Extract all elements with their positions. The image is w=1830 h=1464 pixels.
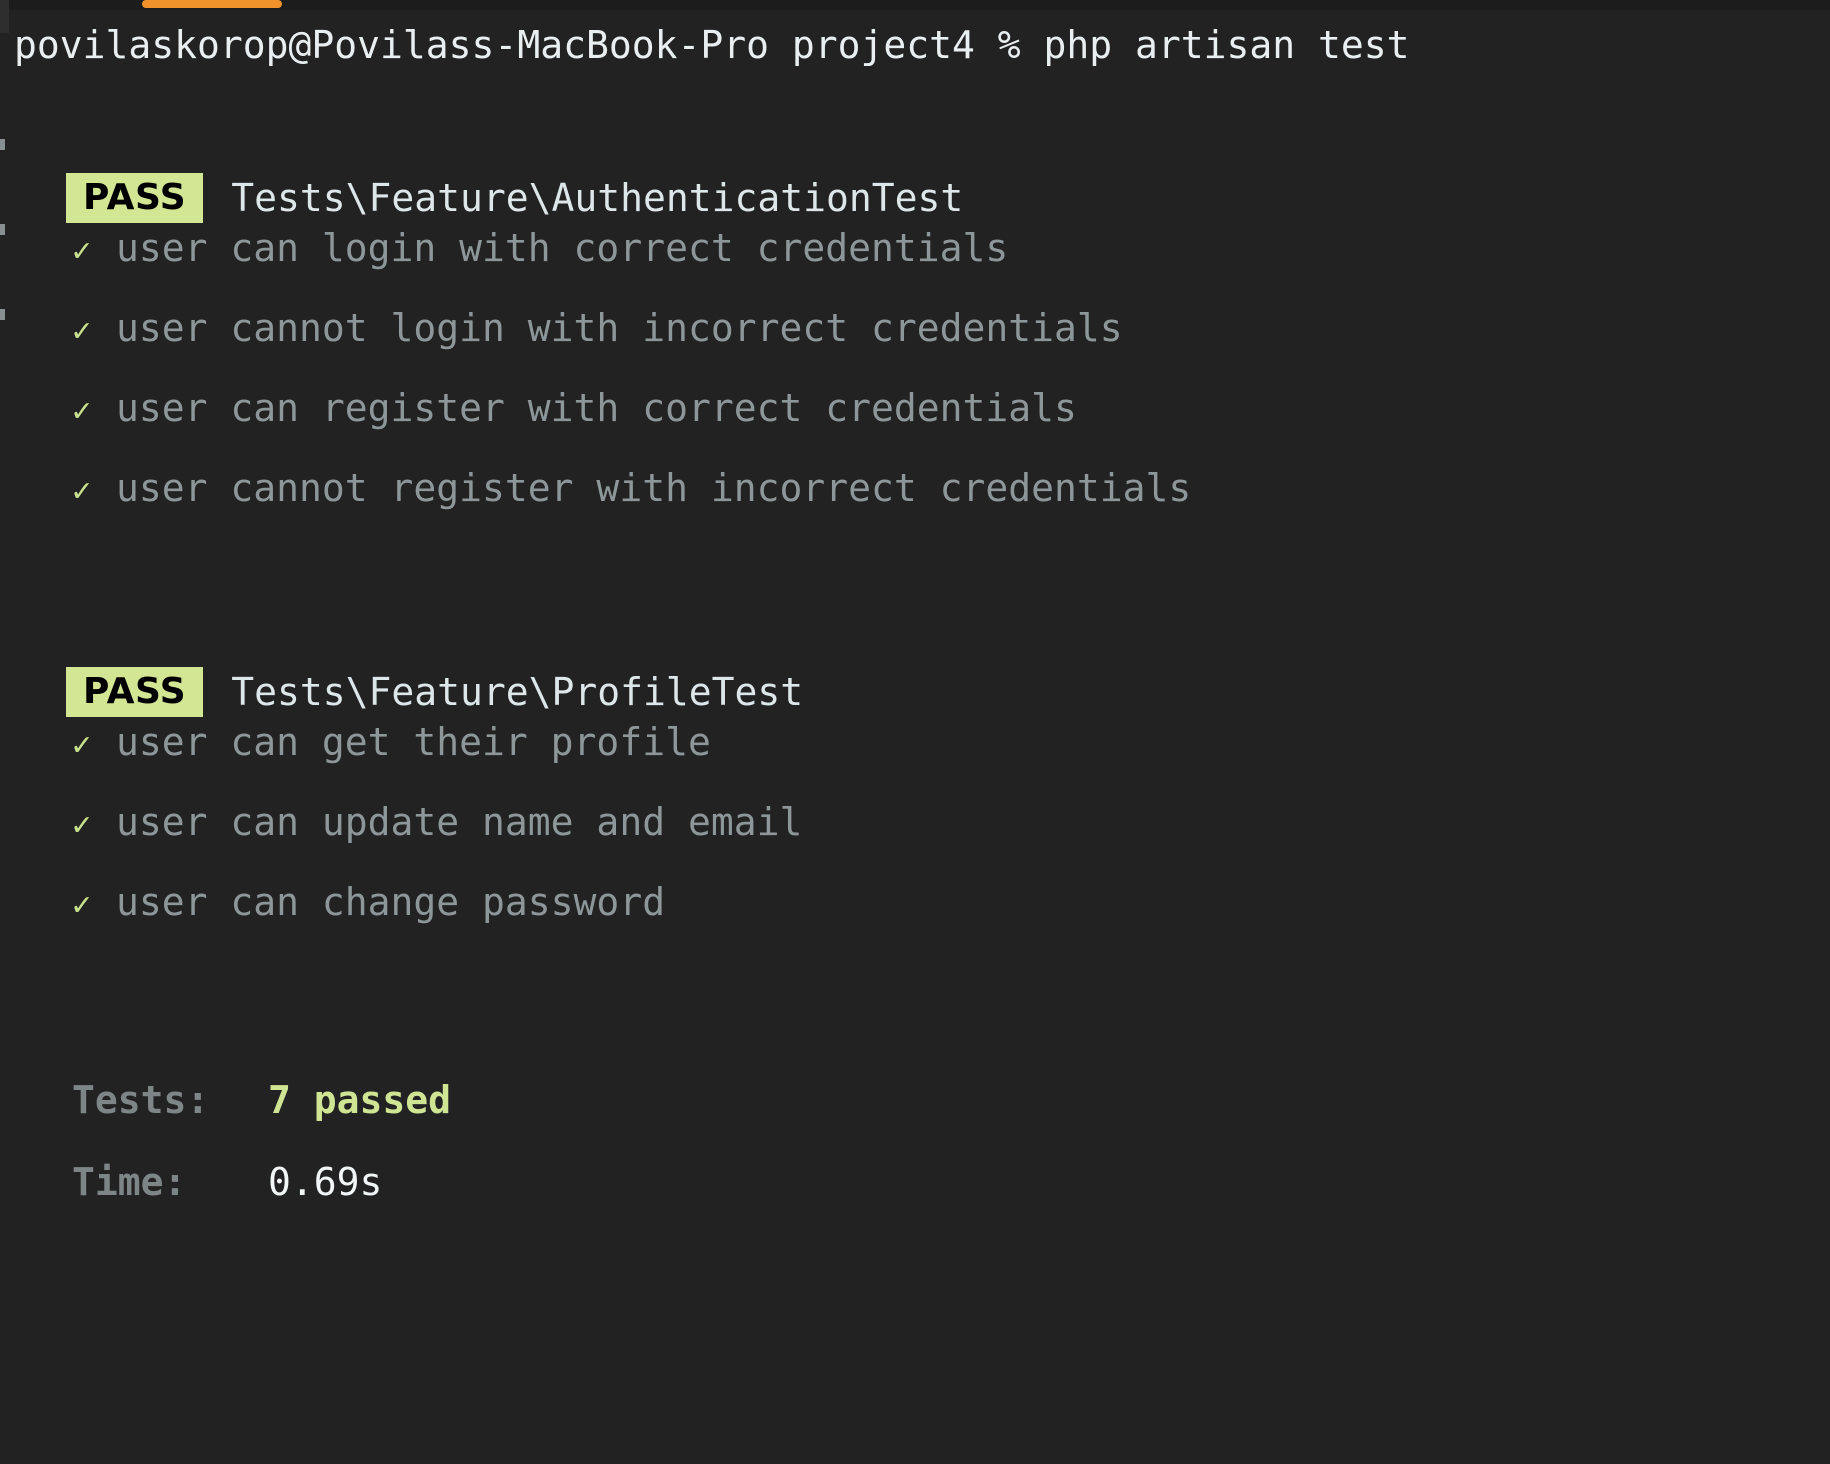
test-name: user cannot login with incorrect credent… — [116, 306, 1123, 350]
terminal-output-area[interactable]: povilaskorop@Povilass-MacBook-Pro projec… — [0, 10, 1830, 1464]
test-row: ✓ user cannot register with incorrect cr… — [14, 466, 1830, 546]
suite-name: Tests\Feature\ProfileTest — [231, 670, 804, 714]
summary-row-time: Time: 0.69s — [14, 1160, 1830, 1242]
test-name: user can login with correct credentials — [116, 226, 1009, 270]
check-icon: ✓ — [72, 391, 92, 429]
check-icon: ✓ — [72, 231, 92, 269]
test-row: ✓ user cannot login with incorrect crede… — [14, 306, 1830, 386]
check-icon: ✓ — [72, 725, 92, 763]
test-name: user can get their profile — [116, 720, 711, 764]
summary-value-tests: 7 passed — [268, 1078, 452, 1122]
status-badge: PASS — [66, 173, 204, 223]
test-row: ✓ user can update name and email — [14, 800, 1830, 880]
test-row: ✓ user can get their profile — [14, 720, 1830, 800]
summary-label-tests: Tests: — [72, 1078, 210, 1122]
summary-row-tests: Tests: 7 passed — [14, 1078, 1830, 1160]
test-name: user can change password — [116, 880, 666, 924]
summary-value-time: 0.69s — [268, 1160, 383, 1204]
terminal-tab-strip — [0, 0, 1830, 10]
suite-header-authentication: PASS Tests\Feature\AuthenticationTest — [14, 170, 1830, 226]
test-row: ✓ user can register with correct credent… — [14, 386, 1830, 466]
suite-header-profile: PASS Tests\Feature\ProfileTest — [14, 664, 1830, 720]
status-badge: PASS — [66, 667, 204, 717]
shell-prompt-line: povilaskorop@Povilass-MacBook-Pro projec… — [14, 23, 1410, 67]
check-icon: ✓ — [72, 805, 92, 843]
summary-label-time: Time: — [72, 1160, 187, 1204]
test-name: user cannot register with incorrect cred… — [116, 466, 1192, 510]
active-tab-indicator[interactable] — [142, 0, 282, 8]
suite-name: Tests\Feature\AuthenticationTest — [231, 176, 964, 220]
test-row: ✓ user can change password — [14, 880, 1830, 960]
check-icon: ✓ — [72, 885, 92, 923]
test-name: user can register with correct credentia… — [116, 386, 1077, 430]
test-name: user can update name and email — [116, 800, 803, 844]
check-icon: ✓ — [72, 471, 92, 509]
check-icon: ✓ — [72, 311, 92, 349]
test-row: ✓ user can login with correct credential… — [14, 226, 1830, 306]
